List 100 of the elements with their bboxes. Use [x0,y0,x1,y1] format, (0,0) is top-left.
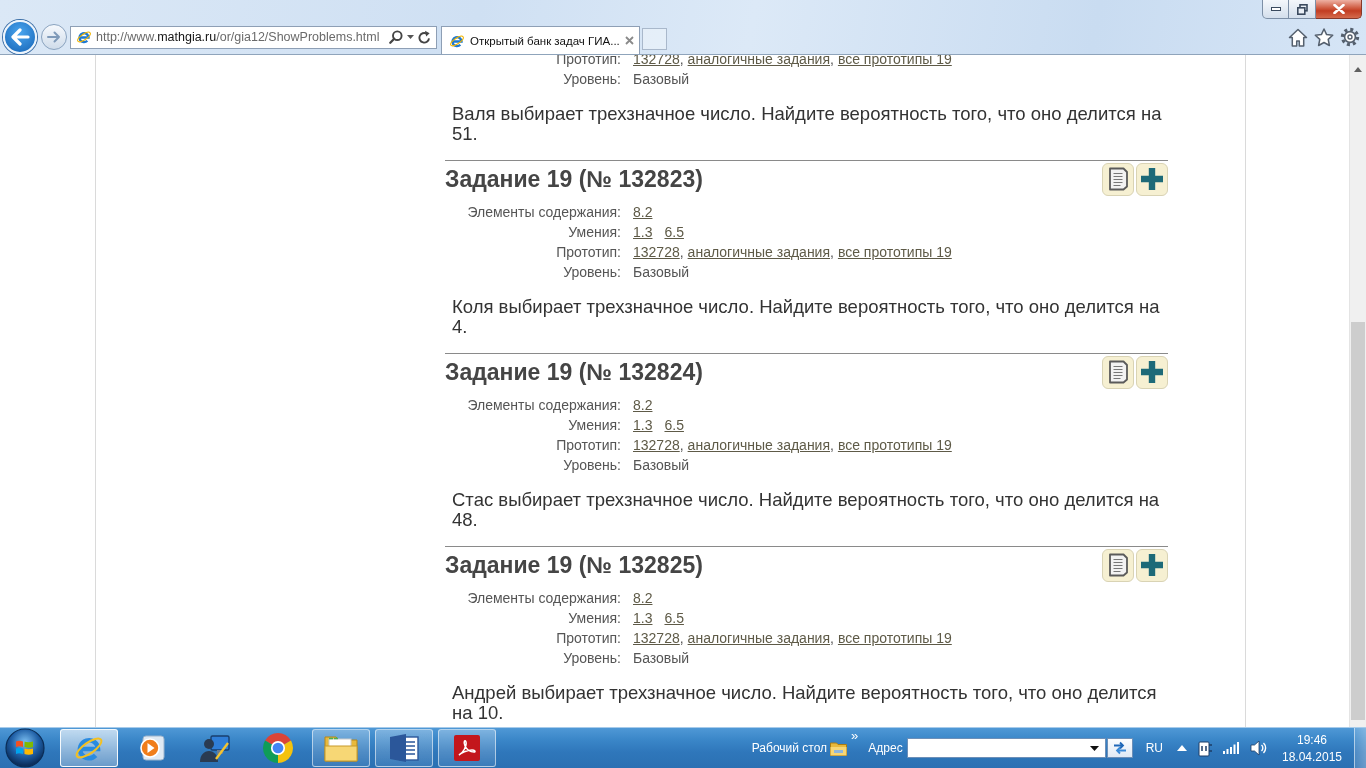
scrollbar[interactable] [1349,55,1366,727]
link[interactable]: 6.5 [664,610,684,626]
up-arrow-icon[interactable] [1177,745,1187,751]
problem-text: Валя выбирает трехзначное число. Найдите вероятность того, что оно делится на 51. [451,104,1163,144]
add-button[interactable] [1136,162,1168,196]
restore-button[interactable] [1289,0,1316,19]
document-icon [1107,360,1129,384]
link[interactable]: 6.5 [664,417,684,433]
forward-button[interactable] [41,24,67,50]
link[interactable]: все прототипы 19 [837,244,952,260]
meta-value: Базовый [633,650,690,666]
link[interactable]: все прототипы 19 [837,437,952,453]
speaker-icon[interactable] [1250,740,1268,756]
minimize-icon [1270,7,1281,11]
refresh-button[interactable] [418,30,431,44]
double-arrow-icon [1111,741,1128,755]
meta-value: Базовый [633,457,690,473]
text-document-icon [389,733,419,763]
home-icon[interactable] [1288,27,1308,47]
add-button[interactable] [1136,355,1168,389]
search-button[interactable] [389,30,403,44]
toolbar-chevron[interactable]: » [851,729,859,742]
meta-label: Умения: [568,610,621,626]
taskbar-app-button[interactable] [312,729,370,767]
plus-icon [1140,167,1164,191]
signal-bars-icon[interactable] [1223,742,1240,754]
link[interactable]: аналогичные задания [687,630,830,646]
document-button[interactable] [1102,355,1134,389]
document-icon [1107,553,1129,577]
folder-icon[interactable] [830,740,848,756]
plug-icon[interactable] [1197,739,1213,757]
meta-label: Уровень: [563,71,621,87]
back-button[interactable] [3,20,37,54]
clock-time: 19:46 [1297,732,1327,747]
link[interactable]: 8.2 [633,397,653,413]
link[interactable]: 1.3 [633,417,653,433]
comma-separator: , [830,244,834,260]
add-button[interactable] [1136,548,1168,582]
go-button[interactable] [1106,738,1133,758]
close-icon[interactable] [624,36,634,45]
comma-separator: , [830,437,834,453]
up-arrow-icon[interactable] [1354,67,1362,72]
link[interactable]: аналогичные задания [687,244,830,260]
taskbar-app-button[interactable] [375,729,433,767]
link[interactable]: 132728 [633,55,680,67]
problem-title: Задание 19 (№ 132824) [445,358,703,386]
link[interactable]: аналогичные задания [687,55,830,67]
taskbar-app-button[interactable] [438,729,496,767]
settings-icon[interactable] [1340,27,1360,47]
meta-value: Базовый [633,264,690,280]
meta-label: Прототип: [556,55,621,67]
link[interactable]: 8.2 [633,204,653,220]
problem-text: Коля выбирает трехзначное число. Найдите вероятность того, что оно делится на 4. [451,297,1161,337]
link[interactable]: 6.5 [664,224,684,240]
tricolor-circle-icon [263,733,293,763]
document-icon [1107,167,1129,191]
address-input[interactable] [906,738,1106,758]
link[interactable]: 8.2 [633,590,653,606]
restore-icon [1296,3,1308,15]
comma-separator: , [830,55,834,67]
close-button[interactable] [1316,0,1362,19]
meta-label: Элементы содержания: [467,397,621,413]
link[interactable]: аналогичные задания [687,437,830,453]
link[interactable]: все прототипы 19 [837,630,952,646]
link[interactable]: 132728 [633,630,680,646]
taskbar-app-button[interactable] [60,729,118,767]
close-icon [1332,4,1345,14]
problem-title: Задание 19 (№ 132823) [445,165,703,193]
meta-label: Прототип: [556,244,621,260]
comma-separator: , [679,244,684,260]
meta-label: Уровень: [563,264,621,280]
swirl-tile-icon [453,734,481,762]
start-button[interactable] [5,728,45,768]
play-icon [138,734,166,762]
caret-icon[interactable] [1089,745,1099,751]
link[interactable]: 132728 [633,437,680,453]
scrollbar-thumb[interactable] [1351,322,1365,720]
meta-label: Умения: [568,224,621,240]
link[interactable]: все прототипы 19 [837,55,952,67]
language-indicator[interactable]: RU [1145,741,1163,755]
comma-separator: , [679,437,684,453]
meta-value: Базовый [633,71,690,87]
link[interactable]: 1.3 [633,224,653,240]
arrow-right-icon [47,31,61,43]
clock-date: 18.04.2015 [1281,749,1343,764]
meta-label: Прототип: [556,437,621,453]
search-icon [389,30,403,44]
caret-icon[interactable] [407,35,414,39]
browser-tab[interactable]: Открытый банк задач ГИА... [441,26,640,54]
minimize-button[interactable] [1262,0,1289,19]
document-button[interactable] [1102,162,1134,196]
star-icon[interactable] [1314,27,1334,47]
comma-separator: , [679,630,684,646]
e-logo-icon [76,29,92,45]
document-button[interactable] [1102,548,1134,582]
link[interactable]: 1.3 [633,610,653,626]
desktop-label[interactable]: Рабочий стол [751,741,828,755]
address-label: Адрес [868,741,903,755]
address-field[interactable]: http://www.mathgia.ru/or/gia12/ShowProblems.html [70,25,437,49]
link[interactable]: 132728 [633,244,680,260]
